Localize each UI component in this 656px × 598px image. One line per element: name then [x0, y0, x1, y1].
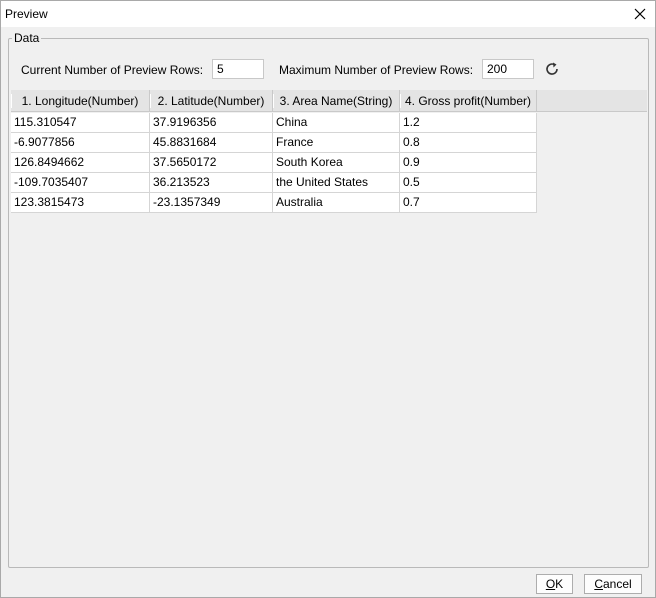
table-header-row: 1. Longitude(Number) 2. Latitude(Number)… — [11, 90, 647, 112]
column-header-gross-profit[interactable]: 4. Gross profit(Number) — [400, 90, 537, 112]
cell-gross-profit[interactable]: 0.9 — [400, 153, 537, 173]
current-rows-label: Current Number of Preview Rows: — [21, 63, 204, 77]
preview-dialog: Preview Data Current Number of Preview R… — [0, 0, 656, 598]
refresh-icon — [546, 62, 558, 75]
cell-gross-profit[interactable]: 1.2 — [400, 113, 537, 133]
refresh-button[interactable] — [542, 59, 562, 79]
cancel-button[interactable]: Cancel — [584, 574, 642, 594]
cell-longitude[interactable]: -6.9077856 — [11, 133, 150, 153]
data-group-legend: Data — [12, 31, 42, 45]
ok-mnemonic: O — [545, 577, 556, 591]
title-bar: Preview — [1, 1, 655, 27]
cell-area-name[interactable]: the United States — [273, 173, 400, 193]
max-rows-label: Maximum Number of Preview Rows: — [279, 63, 474, 77]
cell-gross-profit[interactable]: 0.5 — [400, 173, 537, 193]
cell-latitude[interactable]: 37.5650172 — [150, 153, 273, 173]
cell-longitude[interactable]: 115.310547 — [11, 113, 150, 133]
cancel-label-rest: ancel — [602, 577, 632, 591]
cell-gross-profit[interactable]: 0.8 — [400, 133, 537, 153]
cell-latitude[interactable]: -23.1357349 — [150, 193, 273, 213]
cell-longitude[interactable]: 123.3815473 — [11, 193, 150, 213]
cell-latitude[interactable]: 36.213523 — [150, 173, 273, 193]
max-rows-input[interactable] — [482, 59, 534, 79]
cell-latitude[interactable]: 37.9196356 — [150, 113, 273, 133]
cell-area-name[interactable]: South Korea — [273, 153, 400, 173]
window-title: Preview — [5, 7, 48, 21]
close-icon — [634, 8, 646, 20]
cell-latitude[interactable]: 45.8831684 — [150, 133, 273, 153]
cell-longitude[interactable]: -109.7035407 — [11, 173, 150, 193]
ok-button[interactable]: OK — [536, 574, 573, 594]
column-header-area-name[interactable]: 3. Area Name(String) — [273, 90, 400, 112]
cancel-mnemonic: C — [594, 577, 603, 591]
ok-label-rest: K — [555, 577, 564, 591]
column-header-latitude[interactable]: 2. Latitude(Number) — [150, 90, 273, 112]
preview-table: 1. Longitude(Number) 2. Latitude(Number)… — [11, 90, 647, 564]
column-header-longitude[interactable]: 1. Longitude(Number) — [11, 90, 150, 112]
current-rows-input[interactable] — [212, 59, 264, 79]
cell-area-name[interactable]: Australia — [273, 193, 400, 213]
cell-area-name[interactable]: China — [273, 113, 400, 133]
cell-longitude[interactable]: 126.8494662 — [11, 153, 150, 173]
cell-gross-profit[interactable]: 0.7 — [400, 193, 537, 213]
cell-area-name[interactable]: France — [273, 133, 400, 153]
close-button[interactable] — [625, 1, 655, 27]
